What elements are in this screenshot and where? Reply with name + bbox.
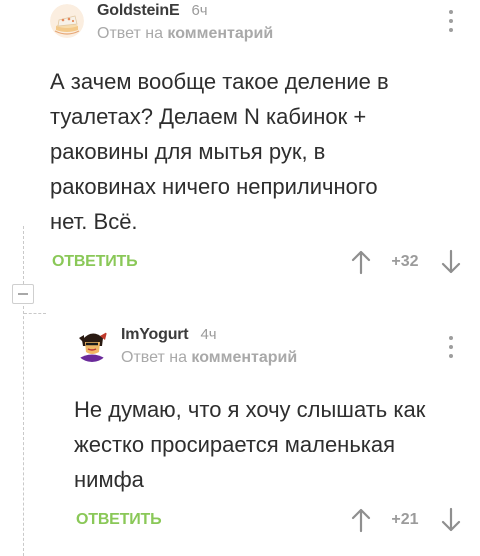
arrow-down-icon[interactable] [440,507,462,533]
thread-line [23,226,24,284]
comment-meta: ImYogurt 4ч Ответ на комментарий [121,326,297,367]
comment: GoldsteinE 6ч Ответ на комментарий А зач… [50,0,470,283]
minus-collapse-icon [18,293,28,295]
reply-to-line: Ответ на комментарий [97,25,273,43]
rating-count: +21 [391,511,419,528]
arrow-up-icon[interactable] [350,249,372,275]
comment-thread: GoldsteinE 6ч Ответ на комментарий А зач… [0,0,480,556]
parent-comment-link[interactable]: комментарий [167,25,273,42]
comment-text: Не думаю, что я хочу слышать как жестко … [74,397,426,492]
parent-comment-link[interactable]: комментарий [191,349,297,366]
reply-to-prefix: Ответ на [121,349,187,366]
arrow-up-icon[interactable] [350,507,372,533]
cake-avatar-icon[interactable] [50,4,84,38]
comment-time: 6ч [191,2,208,19]
arrow-down-icon[interactable] [440,249,462,275]
username-link[interactable]: GoldsteinE [97,2,180,20]
reply-button[interactable]: ОТВЕТИТЬ [76,511,162,529]
rating-count: +32 [391,253,419,270]
reply-to-line: Ответ на комментарий [121,349,297,367]
collapse-thread-button[interactable] [12,284,34,304]
comment: ImYogurt 4ч Ответ на комментарий Не дума… [74,324,470,541]
thread-line [23,306,24,556]
comment-actions: ОТВЕТИТЬ +32 [50,243,470,283]
comment-text: А зачем вообще такое деление в туалетах?… [50,69,389,234]
comment-header: GoldsteinE 6ч Ответ на комментарий [50,0,470,50]
reply-to-prefix: Ответ на [97,25,163,42]
comment-header: ImYogurt 4ч Ответ на комментарий [74,324,470,374]
reply-button[interactable]: ОТВЕТИТЬ [52,253,138,271]
comment-meta: GoldsteinE 6ч Ответ на комментарий [97,2,273,43]
comment-time: 4ч [200,326,217,343]
username-link[interactable]: ImYogurt [121,326,189,344]
thread-branch-line [24,313,46,314]
comment-actions: ОТВЕТИТЬ +21 [74,501,470,541]
vertical-dots-icon[interactable] [446,10,456,32]
cartoon-character-avatar-icon[interactable] [74,326,110,362]
vertical-dots-icon[interactable] [446,336,456,358]
